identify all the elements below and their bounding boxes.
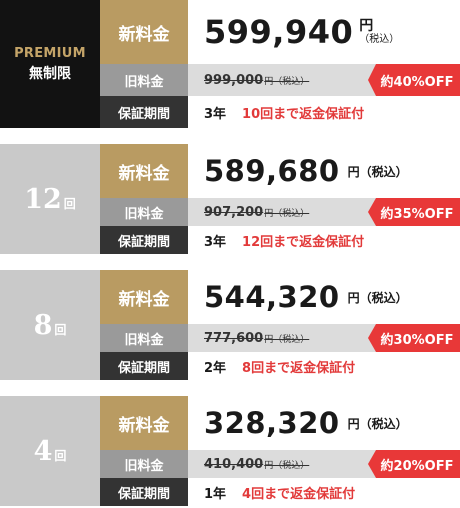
discount-badge: 約40%OFF [368,64,460,96]
plan-4: 4 回 新料金 328,320 円（税込） 旧料金 410,400 円（税込） … [0,396,460,506]
new-price: 544,320 [204,280,340,314]
old-price: 777,600 [204,330,264,346]
warranty-label: 保証期間 [100,96,188,128]
plan-premium: PREMIUM 無制限 新料金 599,940 円 （税込） 旧料金 999,0… [0,0,460,128]
count-unit: 回 [63,196,76,211]
warranty-years: 3年 [204,106,227,122]
premium-label-ja: 無制限 [29,65,71,82]
old-fee-label: 旧料金 [100,198,188,226]
warranty-years: 3年 [204,234,227,250]
count-unit: 回 [54,322,67,337]
plan-8: 8 回 新料金 544,320 円（税込） 旧料金 777,600 円（税込） … [0,270,460,380]
new-price-unit: 円（税込） [347,164,408,179]
session-count: 4 回 [34,436,67,467]
plan-label-premium: PREMIUM 無制限 [0,0,100,128]
warranty-label: 保証期間 [100,478,188,506]
warranty-area: 3年 12回まで返金保証付 [188,226,460,254]
old-price-unit: 円（税込） [264,334,310,345]
old-fee-label: 旧料金 [100,450,188,478]
refund-guarantee: 8回まで返金保証付 [242,360,356,376]
discount-badge: 約20%OFF [368,450,460,478]
premium-label-en: PREMIUM [14,45,86,61]
old-price: 907,200 [204,204,264,220]
warranty-area: 2年 8回まで返金保証付 [188,352,460,380]
warranty-years: 1年 [204,486,227,502]
new-fee-label: 新料金 [100,396,188,450]
warranty-area: 1年 4回まで返金保証付 [188,478,460,506]
warranty-area: 3年 10回まで返金保証付 [188,96,460,128]
count-number: 8 [33,309,53,341]
refund-guarantee: 12回まで返金保証付 [242,234,365,250]
session-count: 12 回 [24,184,76,215]
old-price-area: 777,600 円（税込） [188,324,376,352]
new-fee-label: 新料金 [100,270,188,324]
plan-label-count: 12 回 [0,144,100,254]
refund-guarantee: 10回まで返金保証付 [242,106,365,122]
new-price-unit: 円（税込） [347,416,408,431]
discount-badge: 約35%OFF [368,198,460,226]
plan-12: 12 回 新料金 589,680 円（税込） 旧料金 907,200 円（税込）… [0,144,460,254]
new-fee-label: 新料金 [100,144,188,198]
refund-guarantee: 4回まで返金保証付 [242,486,356,502]
plan-label-count: 4 回 [0,396,100,506]
new-price: 328,320 [204,406,340,440]
new-price: 599,940 [204,13,354,51]
new-fee-label: 新料金 [100,0,188,64]
new-price-area: 544,320 円（税込） [188,270,460,324]
old-price: 410,400 [204,456,264,472]
old-fee-label: 旧料金 [100,64,188,96]
old-fee-label: 旧料金 [100,324,188,352]
count-unit: 回 [54,448,67,463]
old-price-unit: 円（税込） [264,208,310,219]
count-number: 4 [33,435,53,467]
old-price-area: 410,400 円（税込） [188,450,376,478]
old-price-area: 907,200 円（税込） [188,198,376,226]
old-price: 999,000 [204,72,264,88]
new-price-area: 328,320 円（税込） [188,396,460,450]
new-price-area: 589,680 円（税込） [188,144,460,198]
new-price-unit: 円（税込） [347,290,408,305]
old-price-unit: 円（税込） [264,460,310,471]
warranty-label: 保証期間 [100,226,188,254]
yen-unit: 円 [359,17,374,34]
count-number: 12 [24,183,62,215]
new-price-unit: 円 （税込） [359,17,400,46]
session-count: 8 回 [34,310,67,341]
warranty-years: 2年 [204,360,227,376]
new-price-area: 599,940 円 （税込） [188,0,460,64]
plan-label-count: 8 回 [0,270,100,380]
old-price-area: 999,000 円（税込） [188,64,376,96]
new-price: 589,680 [204,154,340,188]
warranty-label: 保証期間 [100,352,188,380]
old-price-unit: 円（税込） [264,76,310,87]
tax-note: （税込） [359,34,400,46]
discount-badge: 約30%OFF [368,324,460,352]
